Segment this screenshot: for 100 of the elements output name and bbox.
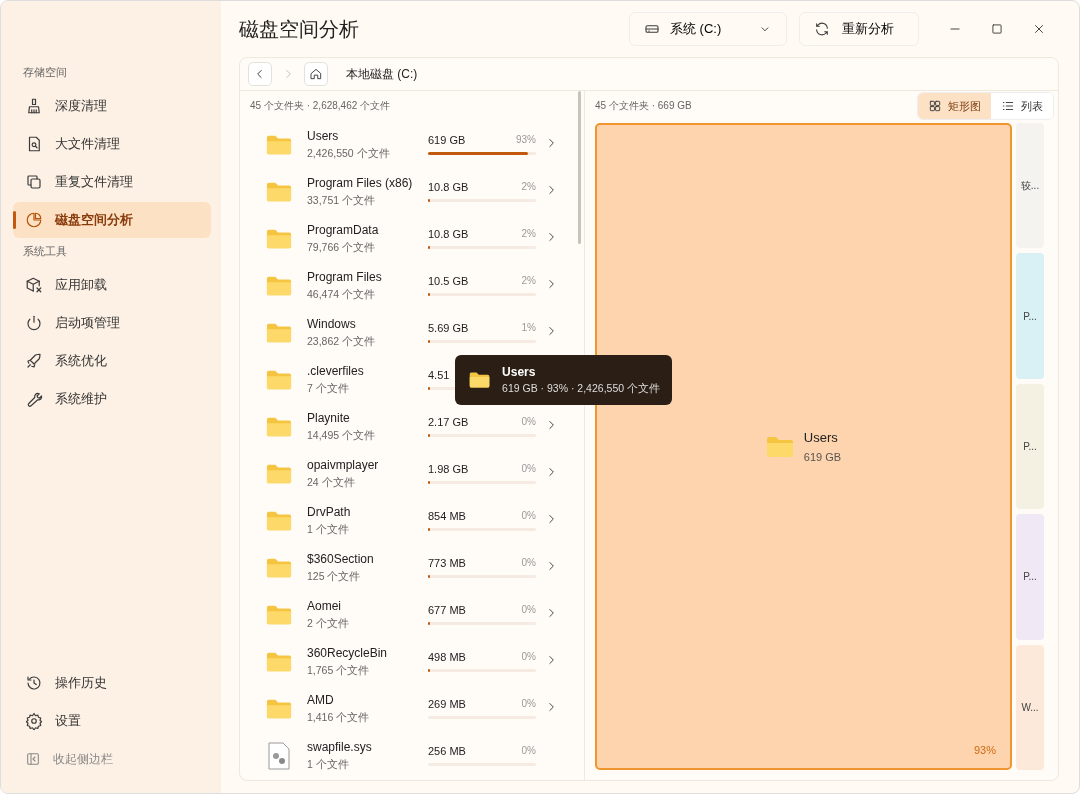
item-name[interactable]: .cleverfiles <box>307 363 428 378</box>
sidebar-item[interactable]: 应用卸载 <box>13 267 211 303</box>
item-name[interactable]: swapfile.sys <box>307 739 428 754</box>
wrench-icon <box>25 390 43 408</box>
file-count: 1,765 个文件 <box>307 663 371 678</box>
back-button[interactable] <box>248 62 272 86</box>
sidebar-item[interactable]: 系统维护 <box>13 381 211 417</box>
sidebar-item[interactable]: 设置 <box>13 703 211 739</box>
maximize-icon <box>990 22 1004 36</box>
folder-icon <box>266 697 292 720</box>
sidebar-item[interactable]: 操作历史 <box>13 665 211 701</box>
item-name[interactable]: Program Files <box>307 269 428 284</box>
file-count: 46,474 个文件 <box>307 287 377 302</box>
item-percent: 0% <box>521 510 536 522</box>
folder-icon <box>266 321 292 344</box>
system-file-icon <box>268 741 290 770</box>
item-percent: 2% <box>521 181 536 193</box>
item-name[interactable]: Program Files (x86) <box>307 175 428 190</box>
copy-icon <box>25 173 43 191</box>
item-size: 10.8 GB <box>428 181 469 193</box>
treemap-summary: 45 个文件夹 · 669 GB <box>595 99 693 113</box>
broom-icon <box>25 97 43 115</box>
file-count: 1,416 个文件 <box>307 710 371 725</box>
file-count: 1 个文件 <box>307 757 350 772</box>
sidebar-item[interactable]: 启动项管理 <box>13 305 211 341</box>
list-icon <box>1001 99 1015 113</box>
item-percent: 2% <box>521 275 536 287</box>
item-size: 10.5 GB <box>428 275 469 287</box>
scrollbar[interactable] <box>578 91 581 244</box>
item-percent: 0% <box>521 745 536 757</box>
history-icon <box>25 674 43 692</box>
item-name[interactable]: Playnite <box>307 410 428 425</box>
item-size: 677 MB <box>428 604 466 616</box>
power-icon <box>25 314 43 332</box>
item-size: 854 MB <box>428 510 466 522</box>
item-percent: 0% <box>521 463 536 475</box>
item-size: 619 GB <box>428 134 466 146</box>
treemap-block[interactable]: P... <box>1016 253 1044 379</box>
sidebar-item[interactable]: 重复文件清理 <box>13 164 211 200</box>
breadcrumb[interactable]: 本地磁盘 (C:) <box>346 65 418 83</box>
item-percent: 0% <box>521 557 536 569</box>
file-count: 7 个文件 <box>307 381 350 396</box>
item-name[interactable]: Users <box>307 128 428 143</box>
settings-icon <box>25 712 43 730</box>
treemap-block[interactable]: P... <box>1016 514 1044 640</box>
sidebar-item[interactable]: 大文件清理 <box>13 126 211 162</box>
home-button[interactable] <box>304 62 328 86</box>
sidebar-item[interactable]: 深度清理 <box>13 88 211 124</box>
item-name[interactable]: $360Section <box>307 551 428 566</box>
rescan-button[interactable]: 重新分析 <box>799 12 919 46</box>
file-count: 23,862 个文件 <box>307 334 377 349</box>
item-name[interactable]: ProgramData <box>307 222 428 237</box>
treemap-block[interactable]: P... <box>1016 383 1044 510</box>
item-name[interactable]: opaivmplayer <box>307 457 428 472</box>
file-count: 125 个文件 <box>307 569 362 584</box>
treemap-block[interactable]: W... <box>1016 644 1044 771</box>
file-count: 14,495 个文件 <box>307 428 377 443</box>
folder-icon <box>266 274 292 297</box>
item-name[interactable]: Windows <box>307 316 428 331</box>
item-percent: 93% <box>516 134 536 146</box>
file-count: 79,766 个文件 <box>307 240 377 255</box>
window-title: 磁盘空间分析 <box>239 16 360 42</box>
item-name[interactable]: AMD <box>307 692 428 707</box>
folder-icon <box>266 556 292 579</box>
view-tab[interactable]: 矩形图 <box>918 93 991 119</box>
item-size: 4.51 <box>428 369 450 381</box>
item-size: 2.17 GB <box>428 416 469 428</box>
folder-icon <box>266 415 292 438</box>
sidebar-item[interactable]: 磁盘空间分析 <box>13 202 211 238</box>
tooltip-title: Users <box>502 364 537 379</box>
item-percent: 0% <box>521 698 536 710</box>
block-size: 619 GB <box>803 451 842 463</box>
drive-dropdown[interactable]: 系统 (C:) <box>629 12 787 46</box>
folder-icon <box>266 509 292 532</box>
item-name[interactable]: Aomei <box>307 598 428 613</box>
folder-icon <box>266 180 292 203</box>
file-count: 2,426,550 个文件 <box>307 146 391 161</box>
sidebar-item[interactable]: 系统优化 <box>13 343 211 379</box>
package-remove-icon <box>25 276 43 294</box>
item-name[interactable]: DrvPath <box>307 504 428 519</box>
folder-icon <box>266 227 292 250</box>
section-header: 系统工具 <box>22 244 68 259</box>
item-size: 1.98 GB <box>428 463 469 475</box>
file-count: 33,751 个文件 <box>307 193 377 208</box>
item-size: 498 MB <box>428 651 466 663</box>
block-name: Users <box>803 430 839 445</box>
item-name[interactable]: 360RecycleBin <box>307 645 428 660</box>
folder-summary: 45 个文件夹 · 2,628,462 个文件 <box>249 99 392 113</box>
refresh-icon <box>814 21 830 37</box>
folder-icon <box>266 133 292 156</box>
item-percent: 0% <box>521 604 536 616</box>
item-size: 269 MB <box>428 698 466 710</box>
file-count: 2 个文件 <box>307 616 350 631</box>
block-percent: 93% <box>973 744 996 756</box>
item-size: 5.69 GB <box>428 322 469 334</box>
folder-icon <box>266 368 292 391</box>
treemap-block[interactable]: 较... <box>1016 123 1044 249</box>
pie-chart-icon <box>25 211 43 229</box>
grid-icon <box>928 99 942 113</box>
sidebar-collapse-icon <box>25 751 41 767</box>
